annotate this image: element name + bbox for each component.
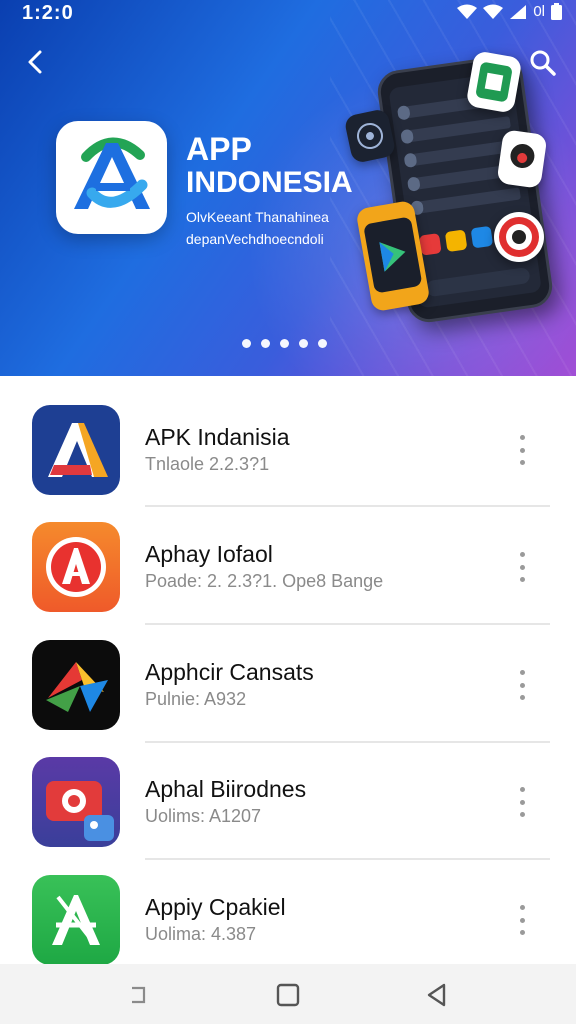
wifi-icon [457, 4, 478, 19]
floating-widget [496, 129, 548, 189]
app-name: Aphay Iofaol [145, 541, 273, 567]
chevron-left-icon [28, 50, 42, 74]
recents-icon [132, 986, 146, 1004]
app-icon [32, 522, 120, 612]
hero-banner[interactable]: 1:2:0 0l APP INDONESIA OlvKeeant Thanahi… [0, 0, 576, 376]
circle-a-icon [46, 537, 106, 597]
app-meta: Tnlaole 2.2.3?1 [145, 454, 270, 474]
app-name: Apphcir Cansats [145, 659, 314, 685]
hero-title: APP INDONESIA [186, 132, 353, 200]
app-store-screen: 1:2:0 0l APP INDONESIA OlvKeeant Thanahi… [0, 0, 576, 1024]
app-meta: Pulnie: A932 [145, 689, 247, 709]
carousel-dot[interactable] [261, 339, 270, 348]
divider [145, 623, 550, 625]
search-icon [530, 50, 556, 76]
home-square-icon [276, 983, 300, 1007]
list-item[interactable]: APK Indanisia Tnlaole 2.2.3?1 [0, 400, 576, 518]
more-options-button[interactable] [512, 670, 532, 700]
carousel-dot[interactable] [280, 339, 289, 348]
app-icon [32, 640, 120, 730]
recents-button[interactable] [128, 982, 154, 1008]
carousel-dots[interactable] [242, 339, 327, 348]
app-meta: Uolims: A1207 [145, 806, 262, 826]
wifi-icon [483, 4, 504, 19]
list-item[interactable]: Aphal Biirodnes Uolims: A1207 [0, 752, 576, 870]
divider [145, 505, 550, 507]
app-name: APK Indanisia [145, 424, 290, 450]
store-a-icon [52, 895, 100, 945]
app-list: APK Indanisia Tnlaole 2.2.3?1 Aphay Iofa… [0, 376, 576, 965]
signal-icon [510, 4, 527, 19]
list-item[interactable]: Aphay Iofaol Poade: 2. 2.3?1. Ope8 Bange [0, 517, 576, 635]
colorful-a-icon [46, 662, 108, 712]
phone-app-icon [419, 233, 442, 256]
more-options-button[interactable] [512, 787, 532, 817]
floating-widget [494, 212, 544, 262]
battery-label: 0l [533, 3, 545, 20]
back-nav-button[interactable] [424, 982, 450, 1008]
more-options-button[interactable] [512, 435, 532, 465]
hero-title-line1: APP [186, 131, 252, 167]
app-name: Aphal Biirodnes [145, 776, 307, 802]
divider [145, 741, 550, 743]
search-button[interactable] [528, 48, 560, 80]
status-bar: 1:2:0 0l [0, 0, 576, 26]
more-options-button[interactable] [512, 905, 532, 935]
battery-icon [551, 3, 562, 20]
carousel-dot[interactable] [242, 339, 251, 348]
more-options-button[interactable] [512, 552, 532, 582]
floating-widget [465, 50, 523, 114]
carousel-dot[interactable] [299, 339, 308, 348]
phone-app-icon [470, 225, 494, 249]
back-triangle-icon [427, 983, 446, 1007]
system-nav-bar [0, 964, 576, 1024]
logo-a-icon [74, 137, 150, 209]
divider [145, 858, 550, 860]
hero-subtitle: OlvKeeant Thanahinea depanVechdhoecndoli [186, 206, 329, 250]
character-icon [510, 144, 535, 169]
carousel-dot[interactable] [318, 339, 327, 348]
app-name: Appiy Cpakiel [145, 894, 286, 920]
phone-list-row [402, 116, 511, 144]
app-icon [32, 875, 120, 965]
phone-list-row [412, 187, 521, 215]
home-button[interactable] [275, 982, 301, 1008]
status-icons: 0l [457, 3, 562, 20]
hero-subtitle-line1: OlvKeeant Thanahinea [186, 209, 329, 225]
app-indonesia-logo [56, 121, 167, 234]
back-button[interactable] [20, 46, 52, 78]
app-meta: Uolima: 4.387 [145, 924, 257, 944]
app-icon [32, 405, 120, 495]
store-icon [476, 62, 512, 102]
camera-icon [499, 217, 539, 257]
phone-list-row [405, 139, 515, 167]
hero-subtitle-line2: depanVechdhoecndoli [186, 231, 324, 247]
camera-icon [46, 781, 114, 841]
phone-app-icon [444, 229, 468, 253]
apk-a-icon [48, 423, 108, 477]
status-time: 1:2:0 [22, 2, 74, 24]
app-meta: Poade: 2. 2.3?1. Ope8 Bange [145, 571, 384, 591]
list-item[interactable]: Apphcir Cansats Pulnie: A932 [0, 635, 576, 753]
hero-title-line2: INDONESIA [186, 166, 353, 199]
app-icon [32, 757, 120, 847]
phone-dock [425, 266, 531, 298]
